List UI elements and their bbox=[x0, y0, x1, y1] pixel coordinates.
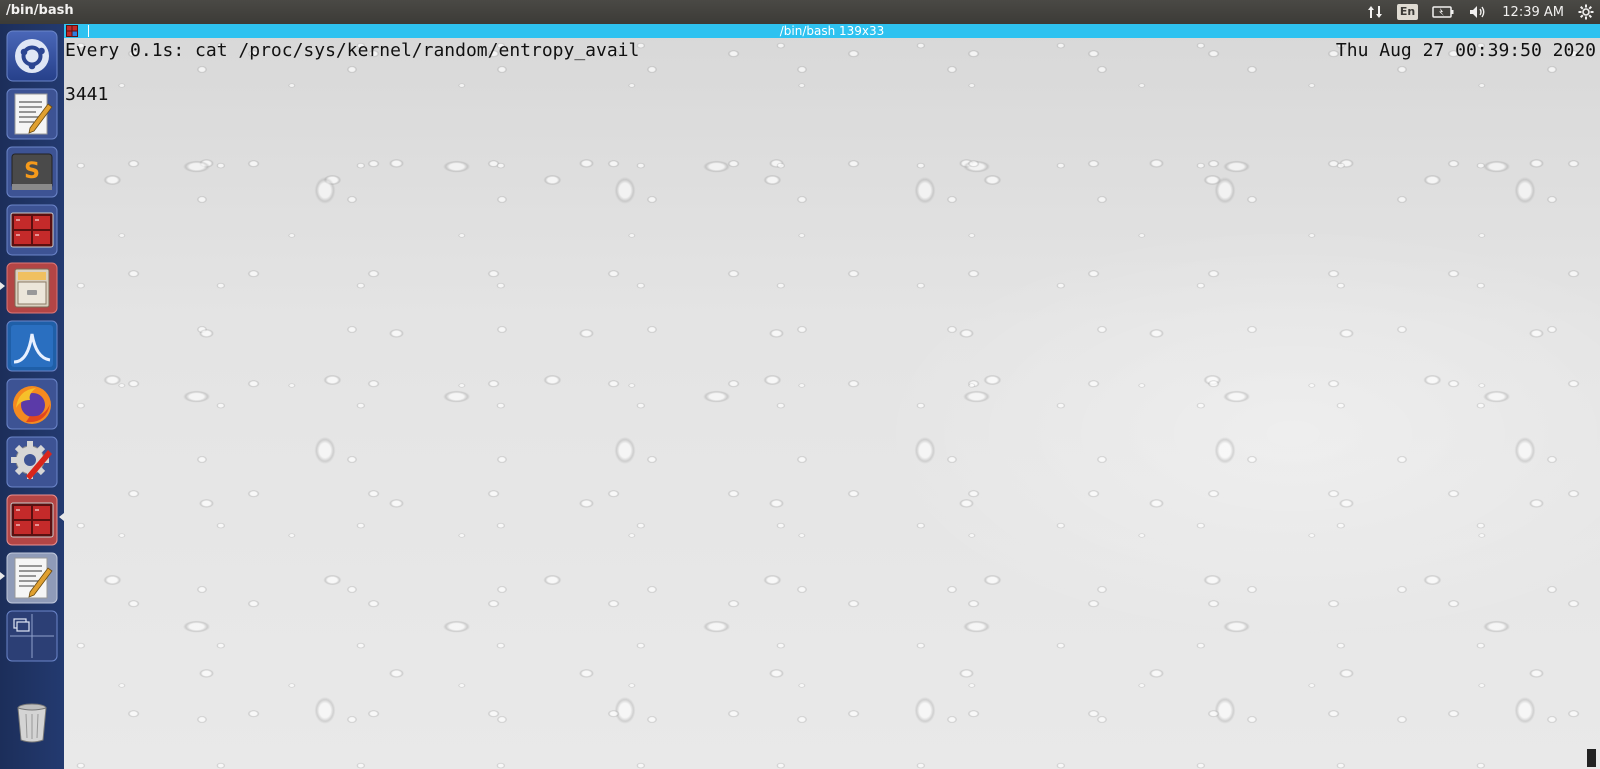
clock[interactable]: 12:39 AM bbox=[1502, 0, 1564, 24]
launcher-dash-home[interactable] bbox=[6, 30, 58, 82]
battery-icon[interactable] bbox=[1432, 0, 1454, 24]
indicator-area: En 12:39 AM bbox=[1367, 0, 1594, 24]
launcher-firefox[interactable] bbox=[6, 378, 58, 430]
language-label: En bbox=[1396, 4, 1419, 20]
settings-gear-icon bbox=[6, 436, 58, 488]
launcher-workspace-switcher[interactable] bbox=[6, 610, 58, 662]
top-panel: /bin/bash En 12:39 AM bbox=[0, 0, 1600, 24]
terminal-grid-icon bbox=[6, 494, 58, 546]
terminal-menu-icon[interactable] bbox=[66, 25, 78, 37]
text-editor-icon bbox=[6, 552, 58, 604]
launcher-running-indicator bbox=[0, 282, 5, 290]
launcher-running-indicator bbox=[0, 572, 5, 580]
tab-separator bbox=[88, 25, 89, 37]
launcher-text-editor-2[interactable] bbox=[6, 552, 58, 604]
wireshark-icon bbox=[6, 320, 58, 372]
terminal-window-title: /bin/bash 139x33 bbox=[779, 24, 885, 38]
terminal-titlebar[interactable]: /bin/bash 139x33 bbox=[64, 24, 1600, 38]
launcher-trash[interactable] bbox=[6, 696, 58, 748]
ubuntu-logo-icon bbox=[6, 30, 58, 82]
keyboard-language-indicator[interactable]: En bbox=[1396, 0, 1419, 24]
launcher-wireshark[interactable] bbox=[6, 320, 58, 372]
watch-timestamp: Thu Aug 27 00:39:50 2020 bbox=[1335, 40, 1596, 61]
launcher-text-editor[interactable] bbox=[6, 88, 58, 140]
launcher-terminal-grid-active[interactable] bbox=[6, 494, 58, 546]
launcher-terminal-grid[interactable] bbox=[6, 204, 58, 256]
trash-icon bbox=[17, 703, 47, 743]
active-app-title: /bin/bash bbox=[6, 3, 74, 18]
launcher-sublime-text[interactable]: S bbox=[6, 146, 58, 198]
terminal-window[interactable]: /bin/bash 139x33 Every 0.1s: cat /proc/s… bbox=[64, 24, 1600, 769]
launcher-file-cabinet[interactable] bbox=[6, 262, 58, 314]
volume-icon[interactable] bbox=[1468, 0, 1488, 24]
text-editor-icon bbox=[6, 88, 58, 140]
svg-text:S: S bbox=[24, 159, 40, 184]
watch-command-header: Every 0.1s: cat /proc/sys/kernel/random/… bbox=[65, 40, 640, 61]
session-gear-icon[interactable] bbox=[1578, 0, 1594, 24]
workspace-switcher-icon bbox=[6, 610, 58, 662]
firefox-icon bbox=[6, 378, 58, 430]
launcher: S bbox=[0, 24, 65, 769]
entropy-value-output: 3441 bbox=[65, 84, 109, 105]
sublime-text-icon: S bbox=[6, 146, 58, 198]
file-cabinet-icon bbox=[6, 262, 58, 314]
network-updown-icon[interactable] bbox=[1367, 0, 1383, 24]
terminal-cursor bbox=[1587, 749, 1596, 767]
terminal-grid-icon bbox=[6, 204, 58, 256]
launcher-system-settings[interactable] bbox=[6, 436, 58, 488]
